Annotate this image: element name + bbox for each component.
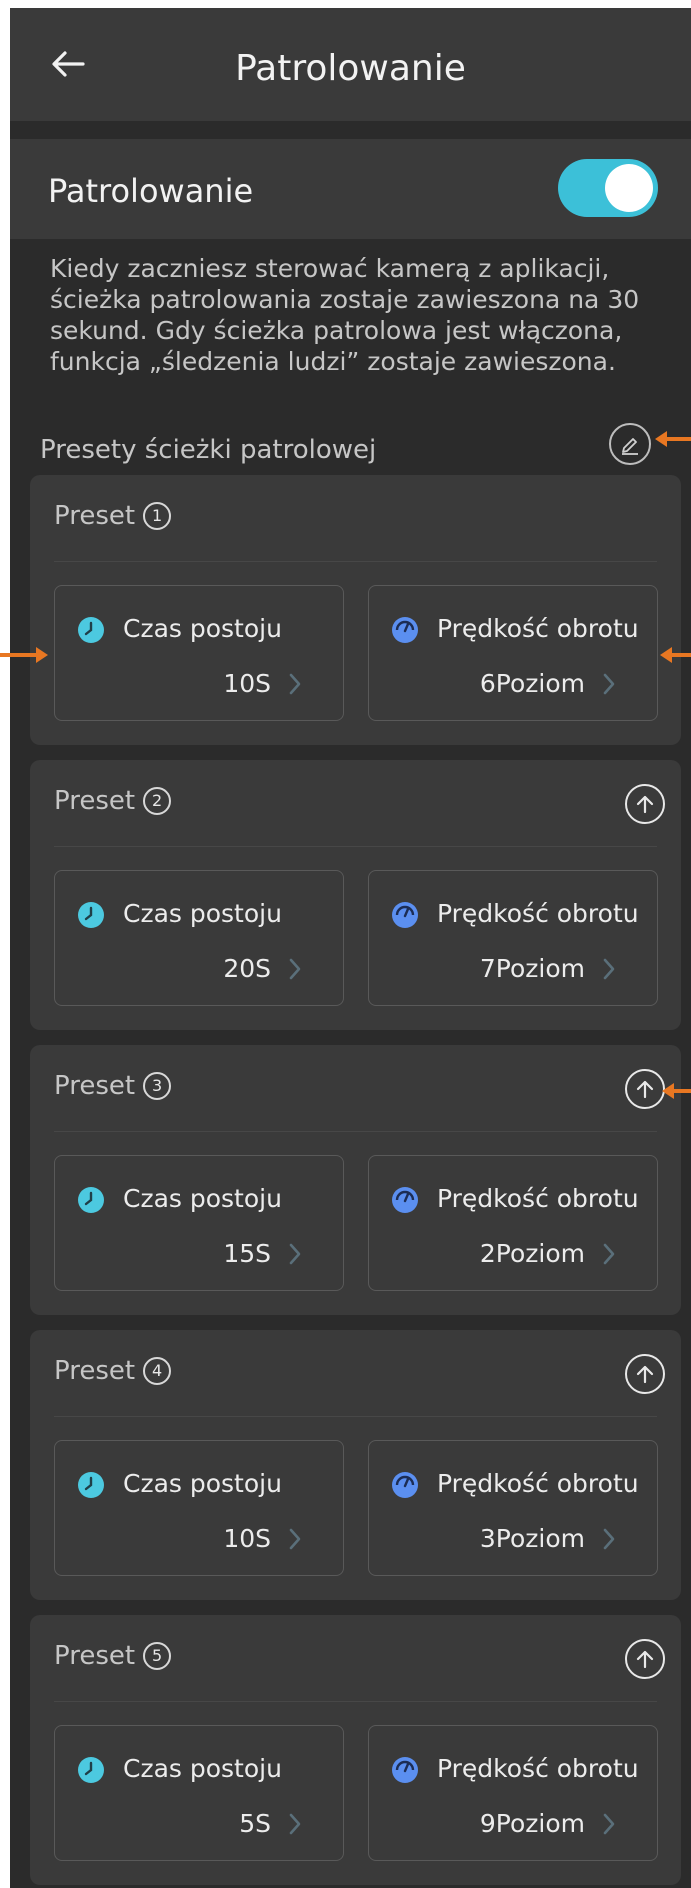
annotation-arrow-dwell (0, 647, 48, 663)
clock-icon (77, 1756, 105, 1784)
patrol-description: Kiedy zaczniesz sterować kamerą z aplika… (50, 254, 640, 376)
gauge-icon (391, 1186, 419, 1214)
dwell-time-setting[interactable]: Czas postoju 15S (54, 1155, 344, 1291)
preset-card: Preset 5 Czas postoju 5S Prędkość obrotu 9Poz… (30, 1615, 681, 1885)
card-divider (54, 1131, 657, 1132)
rotation-speed-value: 2Poziom (479, 1239, 585, 1268)
gauge-icon (391, 616, 419, 644)
chevron-right-icon (287, 1527, 303, 1551)
clock-icon (77, 1186, 105, 1214)
chevron-right-icon (287, 1812, 303, 1836)
rotation-speed-label: Prędkość obrotu (437, 1469, 639, 1498)
preset-label: Preset (54, 786, 136, 816)
preset-title: Preset 4 (54, 1356, 172, 1386)
patrol-screen: Patrolowanie Patrolowanie Kiedy zacznies… (10, 8, 691, 1888)
arrow-up-icon (634, 793, 656, 815)
rotation-speed-value: 3Poziom (479, 1524, 585, 1553)
annotation-arrow-speed (660, 647, 691, 663)
preset-number-badge: 3 (143, 1072, 172, 1100)
dwell-time-value: 15S (223, 1239, 271, 1268)
dwell-time-value: 5S (239, 1809, 271, 1838)
dwell-time-setting[interactable]: Czas postoju 20S (54, 870, 344, 1006)
dwell-time-value: 10S (223, 1524, 271, 1553)
card-divider (54, 1416, 657, 1417)
rotation-speed-setting[interactable]: Prędkość obrotu 6Poziom (368, 585, 658, 721)
preset-card: Preset 1 Czas postoju 10S Prędkość obrotu 6Po… (30, 475, 681, 745)
rotation-speed-value: 7Poziom (479, 954, 585, 983)
arrow-up-icon (634, 1648, 656, 1670)
pencil-icon (622, 438, 638, 455)
chevron-right-icon (601, 1812, 617, 1836)
preset-title: Preset 5 (54, 1641, 172, 1671)
chevron-right-icon (287, 957, 303, 981)
preset-title: Preset 2 (54, 786, 172, 816)
switch-knob (605, 164, 653, 212)
preset-number-badge: 4 (143, 1357, 172, 1385)
dwell-time-value: 20S (223, 954, 271, 983)
rotation-speed-label: Prędkość obrotu (437, 1754, 639, 1783)
edit-button[interactable] (609, 423, 651, 465)
chevron-right-icon (601, 957, 617, 981)
annotation-arrow-edit (655, 431, 691, 447)
preset-number-badge: 2 (143, 787, 172, 815)
rotation-speed-label: Prędkość obrotu (437, 899, 639, 928)
page-title: Patrolowanie (235, 48, 466, 89)
dwell-time-label: Czas postoju (123, 614, 282, 643)
patrol-toggle-label: Patrolowanie (48, 172, 254, 210)
rotation-speed-label: Prędkość obrotu (437, 1184, 639, 1213)
move-up-button[interactable] (625, 1354, 665, 1394)
top-bar: Patrolowanie (10, 8, 691, 121)
rotation-speed-setting[interactable]: Prędkość obrotu 2Poziom (368, 1155, 658, 1291)
gauge-icon (391, 901, 419, 929)
dwell-time-value: 10S (223, 669, 271, 698)
rotation-speed-value: 9Poziom (479, 1809, 585, 1838)
move-up-button[interactable] (625, 784, 665, 824)
preset-label: Preset (54, 1071, 136, 1101)
chevron-right-icon (601, 1527, 617, 1551)
preset-card: Preset 3 Czas postoju 15S Prędkość obrotu 2Po… (30, 1045, 681, 1315)
chevron-right-icon (287, 1242, 303, 1266)
rotation-speed-setting[interactable]: Prędkość obrotu 7Poziom (368, 870, 658, 1006)
rotation-speed-setting[interactable]: Prędkość obrotu 3Poziom (368, 1440, 658, 1576)
dwell-time-setting[interactable]: Czas postoju 10S (54, 1440, 344, 1576)
dwell-time-label: Czas postoju (123, 1184, 282, 1213)
dwell-time-label: Czas postoju (123, 899, 282, 928)
arrow-up-icon (634, 1078, 656, 1100)
clock-icon (77, 616, 105, 644)
clock-icon (77, 901, 105, 929)
preset-number-badge: 1 (143, 502, 172, 530)
dwell-time-label: Czas postoju (123, 1754, 282, 1783)
preset-number-badge: 5 (143, 1642, 172, 1670)
dwell-time-setting[interactable]: Czas postoju 5S (54, 1725, 344, 1861)
card-divider (54, 846, 657, 847)
annotation-arrow-reorder (662, 1083, 691, 1099)
gauge-icon (391, 1756, 419, 1784)
chevron-right-icon (601, 672, 617, 696)
preset-card: Preset 4 Czas postoju 10S Prędkość obrotu 3Po… (30, 1330, 681, 1600)
patrol-toggle-switch[interactable] (558, 159, 658, 217)
preset-label: Preset (54, 501, 136, 531)
rotation-speed-value: 6Poziom (479, 669, 585, 698)
preset-title: Preset 1 (54, 501, 172, 531)
move-up-button[interactable] (625, 1639, 665, 1679)
preset-label: Preset (54, 1641, 136, 1671)
rotation-speed-label: Prędkość obrotu (437, 614, 639, 643)
preset-card: Preset 2 Czas postoju 20S Prędkość obrotu 7Po… (30, 760, 681, 1030)
arrow-up-icon (634, 1363, 656, 1385)
clock-icon (77, 1471, 105, 1499)
section-title: Presety ścieżki patrolowej (40, 435, 377, 465)
gauge-icon (391, 1471, 419, 1499)
dwell-time-label: Czas postoju (123, 1469, 282, 1498)
chevron-right-icon (287, 672, 303, 696)
rotation-speed-setting[interactable]: Prędkość obrotu 9Poziom (368, 1725, 658, 1861)
card-divider (54, 561, 657, 562)
chevron-right-icon (601, 1242, 617, 1266)
preset-label: Preset (54, 1356, 136, 1386)
move-up-button[interactable] (625, 1069, 665, 1109)
card-divider (54, 1701, 657, 1702)
dwell-time-setting[interactable]: Czas postoju 10S (54, 585, 344, 721)
preset-title: Preset 3 (54, 1071, 172, 1101)
